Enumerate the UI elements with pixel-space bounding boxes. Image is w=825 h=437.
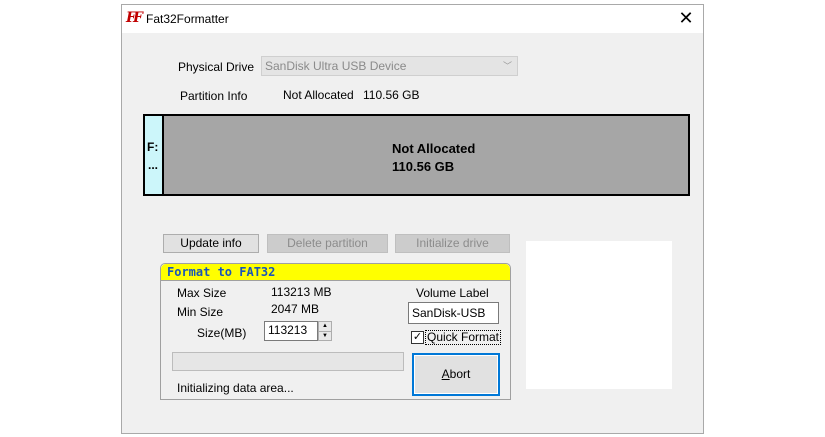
drive-dots: ... bbox=[148, 158, 159, 172]
window-title: Fat32Formatter bbox=[146, 12, 229, 26]
min-size-value: 2047 MB bbox=[271, 302, 320, 316]
drive-letter: F: bbox=[147, 140, 159, 154]
drive-letter-cell[interactable]: F: ... bbox=[145, 116, 164, 194]
chevron-down-icon[interactable]: ▼ bbox=[319, 332, 331, 341]
format-fat32-group: Format to FAT32 Max Size 113213 MB Min S… bbox=[160, 263, 511, 400]
min-size-label: Min Size bbox=[177, 305, 224, 319]
physical-drive-select[interactable]: SanDisk Ultra USB Device ﹀ bbox=[261, 56, 518, 76]
delete-partition-button[interactable]: Delete partition bbox=[267, 234, 388, 253]
chevron-up-icon[interactable]: ▲ bbox=[319, 322, 331, 332]
size-mb-value: 113213 bbox=[268, 323, 308, 337]
initialize-drive-button[interactable]: Initialize drive bbox=[395, 234, 510, 253]
format-status-text: Initializing data area... bbox=[177, 381, 294, 395]
abort-mnemonic: A bbox=[441, 367, 450, 381]
size-mb-label: Size(MB) bbox=[197, 326, 247, 340]
abort-label: bort bbox=[449, 367, 471, 381]
partition-info-size: 110.56 GB bbox=[363, 88, 420, 102]
partition-size: 110.56 GB bbox=[392, 159, 455, 174]
physical-drive-value: SanDisk Ultra USB Device bbox=[265, 59, 407, 73]
max-size-label: Max Size bbox=[177, 286, 227, 300]
close-button[interactable]: ✕ bbox=[669, 5, 703, 33]
max-size-value: 113213 MB bbox=[271, 285, 332, 299]
partition-block[interactable]: Not Allocated 110.56 GB bbox=[392, 140, 475, 176]
size-mb-input[interactable]: 113213 bbox=[264, 321, 318, 341]
chevron-down-icon: ﹀ bbox=[502, 61, 512, 71]
quick-format-checkbox[interactable]: ✓ bbox=[411, 331, 424, 344]
volume-label-input[interactable]: SanDisk-USB bbox=[408, 302, 499, 324]
size-mb-stepper[interactable]: ▲ ▼ bbox=[318, 321, 332, 341]
format-progress-bar bbox=[172, 352, 404, 371]
partition-status: Not Allocated bbox=[392, 141, 476, 156]
fat32-formatter-window: FF Fat32Formatter ✕ Physical Drive SanDi… bbox=[121, 4, 704, 434]
info-panel bbox=[526, 241, 672, 389]
format-group-title: Format to FAT32 bbox=[167, 265, 276, 279]
disk-map[interactable]: F: ... Not Allocated 110.56 GB bbox=[143, 114, 690, 196]
volume-label-caption: Volume Label bbox=[416, 286, 489, 300]
title-bar: FF Fat32Formatter ✕ bbox=[122, 5, 703, 33]
abort-button[interactable]: Abort bbox=[412, 353, 500, 396]
format-group-header: Format to FAT32 bbox=[161, 264, 510, 281]
physical-drive-label: Physical Drive bbox=[178, 60, 255, 74]
update-info-button[interactable]: Update info bbox=[163, 234, 259, 253]
checkmark-icon: ✓ bbox=[412, 331, 423, 343]
volume-label-value: SanDisk-USB bbox=[412, 306, 486, 320]
partition-info-label: Partition Info bbox=[180, 89, 248, 103]
fat32-app-icon: FF bbox=[126, 10, 143, 26]
quick-format-label[interactable]: Quick Format bbox=[425, 330, 502, 345]
partition-info-status: Not Allocated bbox=[283, 88, 354, 102]
